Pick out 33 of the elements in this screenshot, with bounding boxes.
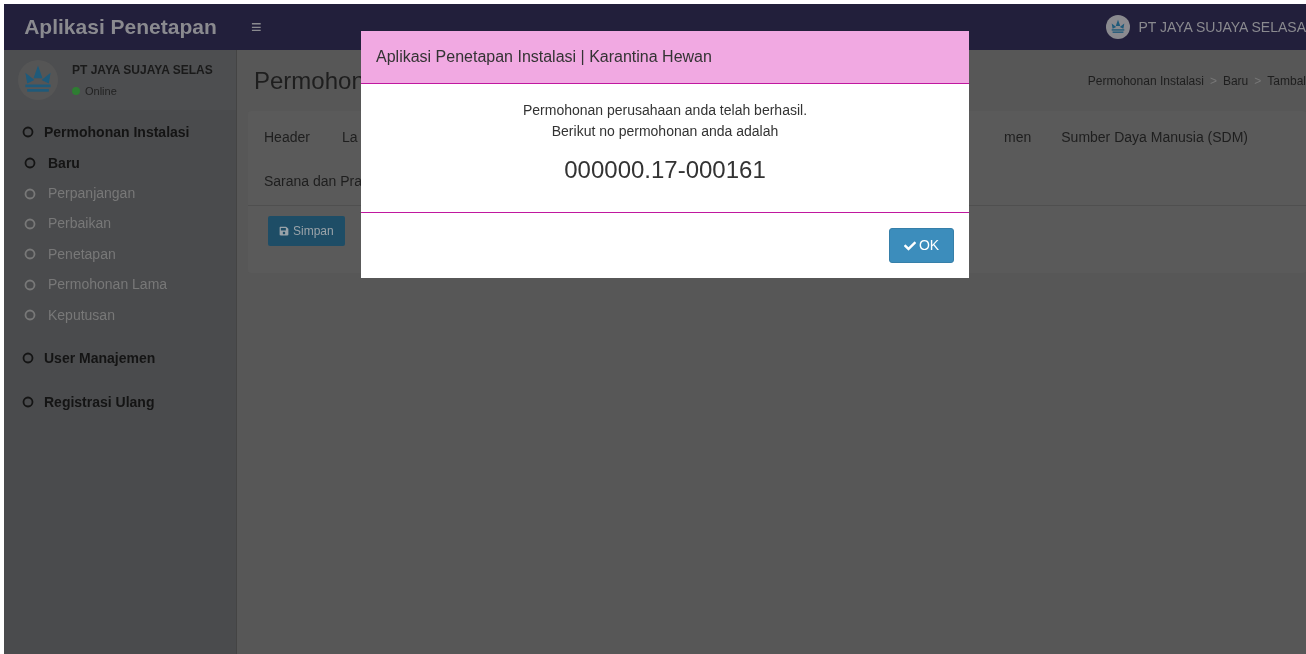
circle-icon — [24, 248, 36, 261]
circle-icon — [24, 278, 36, 291]
company-name: PT JAYA SUJAYA SELASA — [1138, 17, 1306, 37]
tab[interactable]: Sumber Daya Manusia (SDM) — [1061, 126, 1248, 148]
menu-button[interactable]: ≡ — [251, 13, 262, 41]
circle-icon — [24, 217, 36, 230]
modal-message: Berikut no permohonan anda adalah — [551, 122, 779, 141]
save-button[interactable]: Simpan — [268, 216, 345, 246]
circle-icon — [22, 352, 34, 365]
modal-message: Permohonan perusahaan anda telah berhasil. — [522, 101, 808, 120]
app-title: Aplikasi Penetapan — [24, 14, 217, 41]
breadcrumb-link[interactable]: Permohonan Instalasi — [1087, 71, 1204, 90]
circle-icon — [22, 396, 34, 409]
save-icon — [279, 226, 289, 236]
menu-item[interactable]: User Manajemen — [4, 336, 236, 381]
tab[interactable]: men — [1004, 126, 1032, 148]
circle-icon — [24, 309, 36, 322]
page-title: Permohon — [254, 65, 365, 96]
ok-button[interactable]: OK — [889, 228, 954, 263]
tab[interactable]: La — [341, 126, 358, 148]
menu-item[interactable]: Registrasi Ulang — [4, 380, 236, 425]
application-number: 000000.17-000161 — [564, 155, 766, 185]
modal-title: Aplikasi Penetapan Instalasi | Karantina Hewan — [376, 47, 712, 67]
check-icon — [903, 239, 916, 252]
breadcrumb-separator: > — [1209, 72, 1217, 90]
tab[interactable]: Sarana dan Pra — [264, 170, 363, 192]
breadcrumb-link[interactable]: Tambal — [1267, 71, 1306, 90]
tab[interactable]: Header — [264, 126, 310, 148]
breadcrumb-separator: > — [1254, 72, 1262, 90]
circle-icon — [22, 126, 34, 138]
circle-icon — [24, 157, 36, 170]
circle-icon — [24, 187, 36, 200]
breadcrumb-link[interactable]: Baru — [1222, 71, 1249, 90]
